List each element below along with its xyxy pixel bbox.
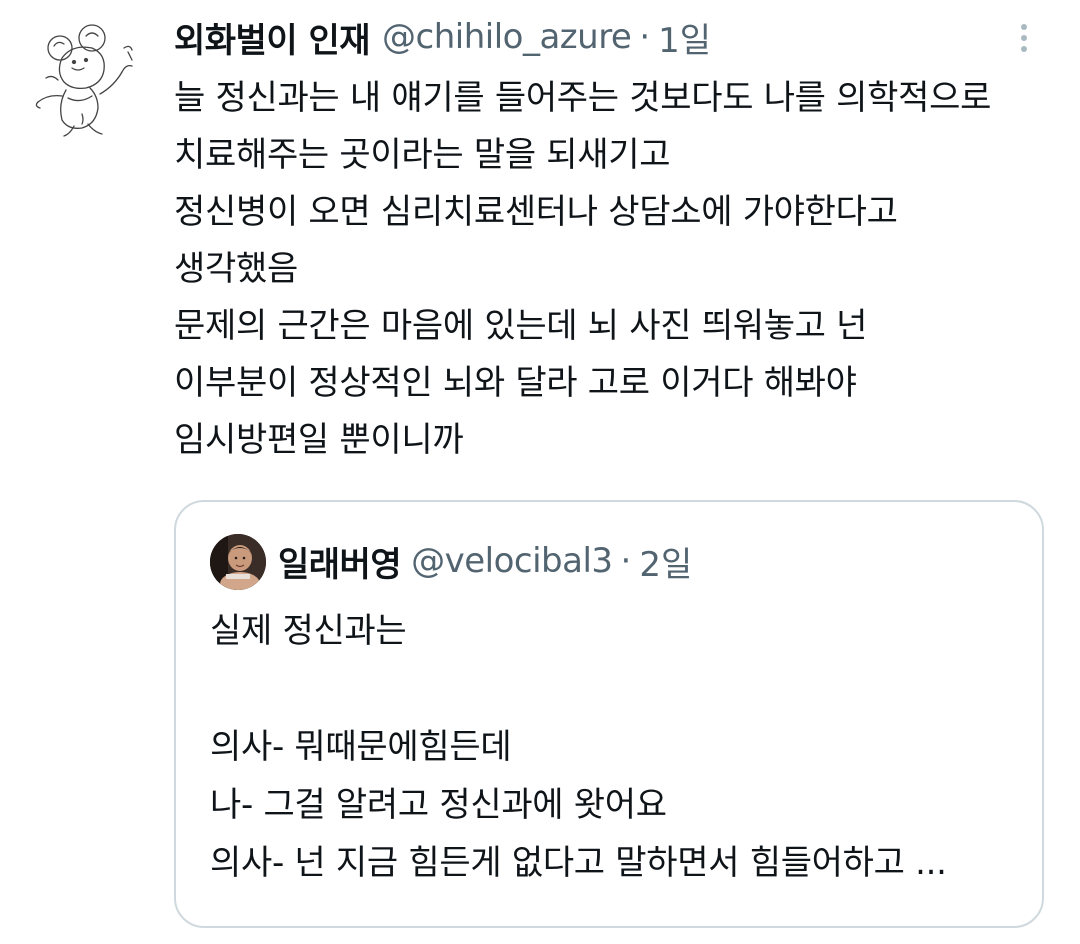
quoted-user-handle[interactable]: @velocibal3: [411, 541, 613, 581]
quoted-tweet-header: 일래버영 @velocibal3 · 2일: [278, 536, 692, 586]
tweet-text-line: 치료해주는 곳이라는 말을 되새기고: [174, 135, 671, 175]
display-name[interactable]: 외화벌이 인재: [174, 13, 371, 62]
more-dot: [1021, 35, 1027, 41]
tweet-text-line: 문제의 근간은 마음에 있는데 뇌 사진 띄워놓고 넌: [174, 306, 868, 346]
quoted-text-line: 실제 정신과는: [210, 611, 407, 651]
more-options-icon[interactable]: [1004, 18, 1044, 58]
tweet-text-line: 늘 정신과는 내 얘기를 들어주는 것보다도 나를 의학적으로: [174, 78, 992, 118]
quoted-text-line: 의사- 넌 지금 힘든게 없다고 말하면서 힘들어하고 ...: [210, 843, 947, 883]
more-dot: [1021, 24, 1027, 30]
separator-dot: ·: [639, 17, 651, 57]
quoted-separator-dot: ·: [620, 541, 632, 581]
quoted-text-line: 나- 그걸 알려고 정신과에 왓어요: [210, 785, 667, 825]
quoted-avatar-photo: [210, 534, 266, 590]
tweet-text-line: 임시방편일 뿐이니까: [174, 420, 464, 460]
avatar-sketch: [35, 24, 133, 137]
quoted-timestamp[interactable]: 2일: [639, 537, 692, 586]
quoted-text-line: [210, 660, 1030, 718]
tweet-text-line: 정신병이 오면 심리치료센터나 상담소에 가야한다고: [174, 192, 898, 232]
tweet-header: 외화벌이 인재 @chihilo_azure · 1일: [174, 12, 711, 62]
more-dot: [1021, 46, 1027, 52]
sketch-mouse-avatar-icon[interactable]: [22, 18, 146, 142]
tweet[interactable]: 외화벌이 인재 @chihilo_azure · 1일 늘 정신과는 내 얘기를…: [0, 0, 1080, 944]
user-handle[interactable]: @chihilo_azure: [382, 17, 632, 57]
quoted-tweet-text: 실제 정신과는 의사- 뭐때문에힘든데 나- 그걸 알려고 정신과에 왓어요 의…: [210, 602, 1030, 892]
quoted-text-line: 의사- 뭐때문에힘든데: [210, 727, 512, 767]
person-photo-avatar-icon[interactable]: [210, 534, 266, 590]
tweet-text: 늘 정신과는 내 얘기를 들어주는 것보다도 나를 의학적으로 치료해주는 곳이…: [174, 70, 1054, 469]
quoted-tweet-card[interactable]: 일래버영 @velocibal3 · 2일 실제 정신과는 의사- 뭐때문에힘든…: [174, 500, 1044, 928]
timestamp[interactable]: 1일: [658, 13, 711, 62]
tweet-text-line: 이부분이 정상적인 뇌와 달라 고로 이거다 해봐야: [174, 363, 857, 403]
tweet-text-line: 생각했음: [174, 249, 298, 289]
quoted-display-name[interactable]: 일래버영: [278, 537, 402, 586]
